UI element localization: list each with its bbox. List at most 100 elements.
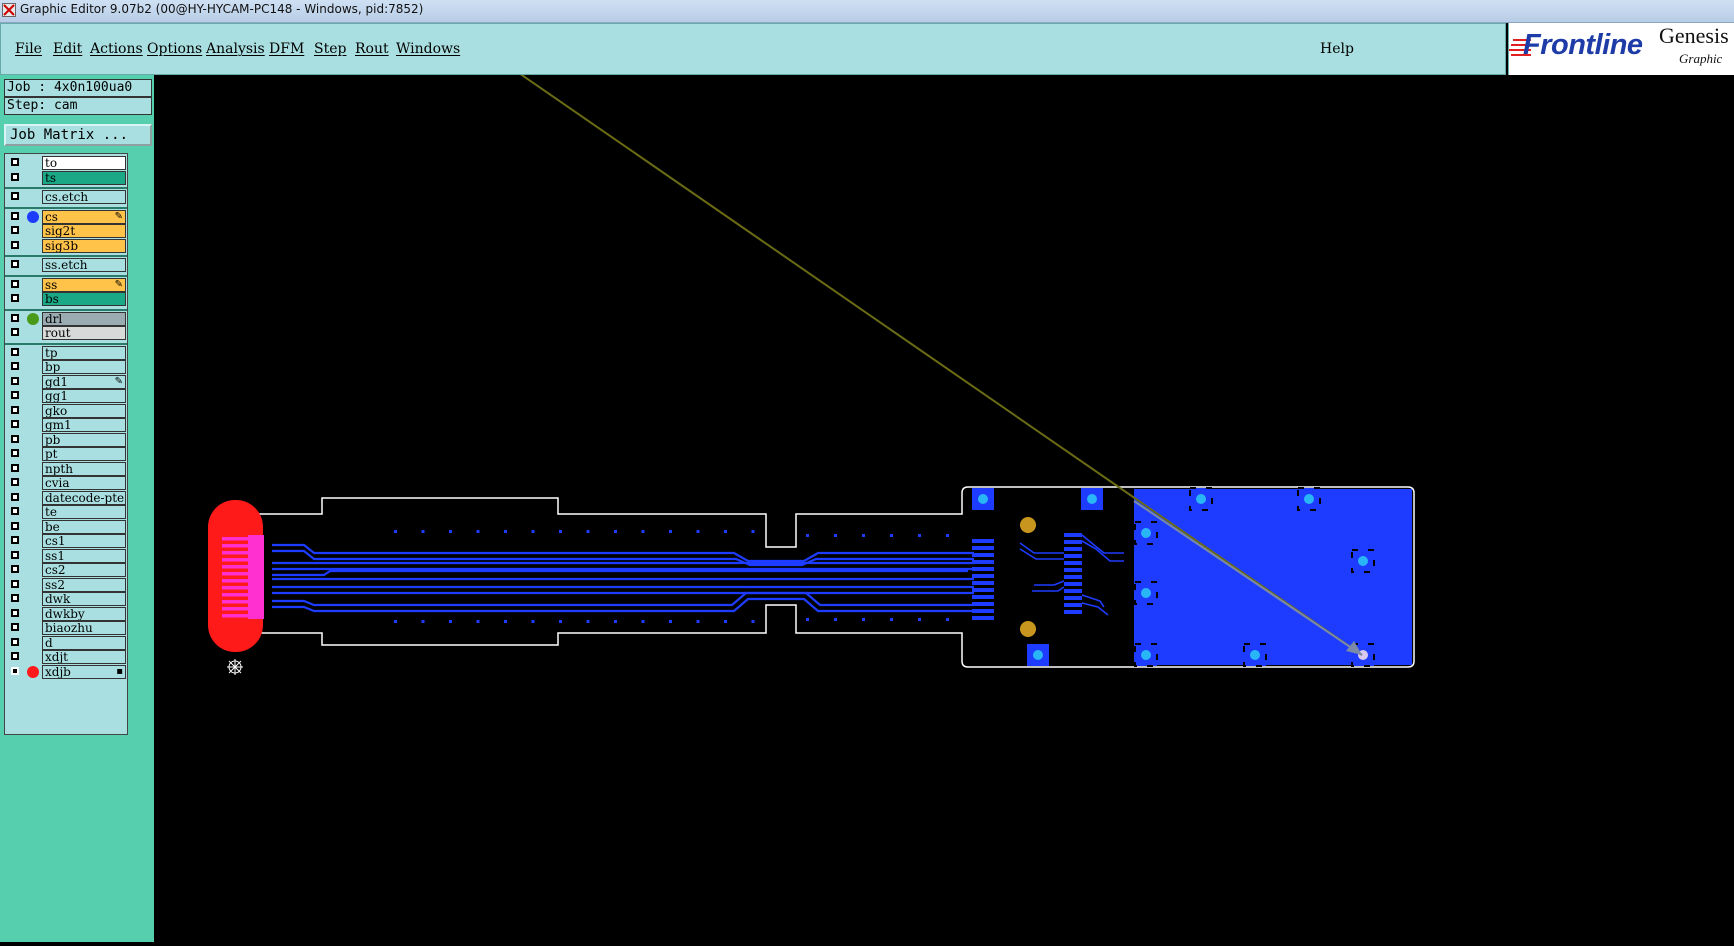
layer-row[interactable]: to <box>5 156 127 170</box>
layer-name[interactable]: npth <box>42 461 126 476</box>
layer-checkbox[interactable] <box>11 507 19 515</box>
layer-name[interactable]: ss.etch <box>42 258 126 272</box>
layer-row[interactable]: cvia <box>5 476 127 490</box>
layer-row[interactable]: d <box>5 635 127 650</box>
layer-name[interactable]: be <box>42 519 126 534</box>
layer-name[interactable]: xdjb ▪ <box>42 664 126 679</box>
layer-row[interactable]: npth <box>5 461 127 476</box>
layer-checkbox[interactable] <box>11 347 19 356</box>
layer-name[interactable]: bp <box>42 360 126 374</box>
menu-file[interactable]: File <box>15 41 42 57</box>
layer-name[interactable]: cs2 <box>42 563 126 577</box>
layer-checkbox[interactable] <box>11 192 19 200</box>
layer-name[interactable]: ss2 <box>42 577 126 592</box>
menu-rout[interactable]: Rout <box>355 41 389 57</box>
layer-name[interactable]: to <box>42 156 126 170</box>
layer-name[interactable]: cvia <box>42 476 126 490</box>
layer-row[interactable]: bp <box>5 360 127 374</box>
layer-name[interactable]: cs ✎ <box>42 209 126 224</box>
layer-checkbox[interactable] <box>11 328 19 336</box>
layer-checkbox[interactable] <box>11 391 19 399</box>
layer-row[interactable]: ss2 <box>5 577 127 592</box>
layer-checkbox[interactable] <box>11 449 19 457</box>
layer-name[interactable]: gg1 <box>42 389 126 403</box>
layer-checkbox[interactable] <box>11 536 19 544</box>
layer-name[interactable]: ss1 <box>42 548 126 563</box>
layer-name[interactable]: drl <box>42 311 126 326</box>
layer-name[interactable]: d <box>42 635 126 650</box>
layer-checkbox[interactable] <box>11 666 19 675</box>
layer-checkbox[interactable] <box>11 565 19 573</box>
layer-checkbox[interactable] <box>11 594 19 602</box>
layer-name[interactable]: datecode-pte <box>42 490 126 505</box>
layer-row[interactable]: gg1 <box>5 389 127 403</box>
layer-name[interactable]: gd1 ✎ <box>42 374 126 389</box>
layer-name[interactable]: xdjt <box>42 650 126 664</box>
layer-checkbox[interactable] <box>11 420 19 428</box>
menu-step[interactable]: Step <box>314 41 346 57</box>
layer-name[interactable]: cs1 <box>42 534 126 548</box>
layer-checkbox[interactable] <box>11 463 19 472</box>
layer-row[interactable]: pt <box>5 447 127 461</box>
layer-row[interactable]: sig3b <box>5 238 127 253</box>
layer-row[interactable]: bs <box>5 292 127 306</box>
job-matrix-button[interactable]: Job Matrix ... <box>4 124 152 146</box>
layer-row[interactable]: biaozhu <box>5 621 127 635</box>
menu-windows[interactable]: Windows <box>396 41 460 57</box>
layer-checkbox[interactable] <box>11 405 19 414</box>
layer-row[interactable]: ss.etch <box>5 258 127 272</box>
layer-row[interactable]: gko <box>5 403 127 418</box>
layer-name[interactable]: pb <box>42 432 126 447</box>
layer-row[interactable]: dwk <box>5 592 127 606</box>
layer-row[interactable]: tp <box>5 345 127 360</box>
layer-checkbox[interactable] <box>11 211 19 220</box>
layer-checkbox[interactable] <box>11 158 19 166</box>
layer-row[interactable]: cs ✎ <box>5 209 127 224</box>
layer-name[interactable]: dwk <box>42 592 126 606</box>
layer-name[interactable]: tp <box>42 345 126 360</box>
layer-row[interactable]: xdjt <box>5 650 127 664</box>
layer-checkbox[interactable] <box>11 240 19 249</box>
menu-actions[interactable]: Actions <box>90 41 143 57</box>
layer-name[interactable]: gko <box>42 403 126 418</box>
layer-row[interactable]: xdjb ▪ <box>5 664 127 679</box>
layer-checkbox[interactable] <box>11 313 19 322</box>
layer-row[interactable]: ss ✎ <box>5 277 127 292</box>
layer-checkbox[interactable] <box>11 434 19 443</box>
layer-name[interactable]: rout <box>42 326 126 340</box>
layer-checkbox[interactable] <box>11 579 19 588</box>
layer-row[interactable]: datecode-pte <box>5 490 127 505</box>
layer-row[interactable]: cs.etch <box>5 190 127 204</box>
graphics-canvas[interactable] <box>154 70 1734 942</box>
layer-row[interactable]: gm1 <box>5 418 127 432</box>
menu-options[interactable]: Options <box>147 41 202 57</box>
layer-checkbox[interactable] <box>11 637 19 646</box>
layer-row[interactable]: be <box>5 519 127 534</box>
layer-row[interactable]: drl <box>5 311 127 326</box>
layer-row[interactable]: cs2 <box>5 563 127 577</box>
layer-row[interactable]: rout <box>5 326 127 340</box>
layer-checkbox[interactable] <box>11 478 19 486</box>
menu-edit[interactable]: Edit <box>53 41 82 57</box>
layer-checkbox[interactable] <box>11 172 19 181</box>
layer-name[interactable]: ss ✎ <box>42 277 126 292</box>
layer-name[interactable]: sig2t <box>42 224 126 238</box>
layer-checkbox[interactable] <box>11 260 19 268</box>
layer-row[interactable]: dwkby <box>5 606 127 621</box>
layer-row[interactable]: gd1 ✎ <box>5 374 127 389</box>
layer-name[interactable]: ts <box>42 170 126 185</box>
menu-analysis[interactable]: Analysis <box>206 41 265 57</box>
layer-checkbox[interactable] <box>11 521 19 530</box>
layer-row[interactable]: te <box>5 505 127 519</box>
layer-row[interactable]: ss1 <box>5 548 127 563</box>
layer-name[interactable]: bs <box>42 292 126 306</box>
layer-name[interactable]: dwkby <box>42 606 126 621</box>
menu-help[interactable]: Help <box>1320 41 1354 57</box>
layer-checkbox[interactable] <box>11 608 19 617</box>
layer-name[interactable]: biaozhu <box>42 621 126 635</box>
layer-checkbox[interactable] <box>11 226 19 234</box>
layer-row[interactable]: sig2t <box>5 224 127 238</box>
layer-checkbox[interactable] <box>11 652 19 660</box>
layer-row[interactable]: ts <box>5 170 127 185</box>
menu-dfm[interactable]: DFM <box>269 41 304 57</box>
